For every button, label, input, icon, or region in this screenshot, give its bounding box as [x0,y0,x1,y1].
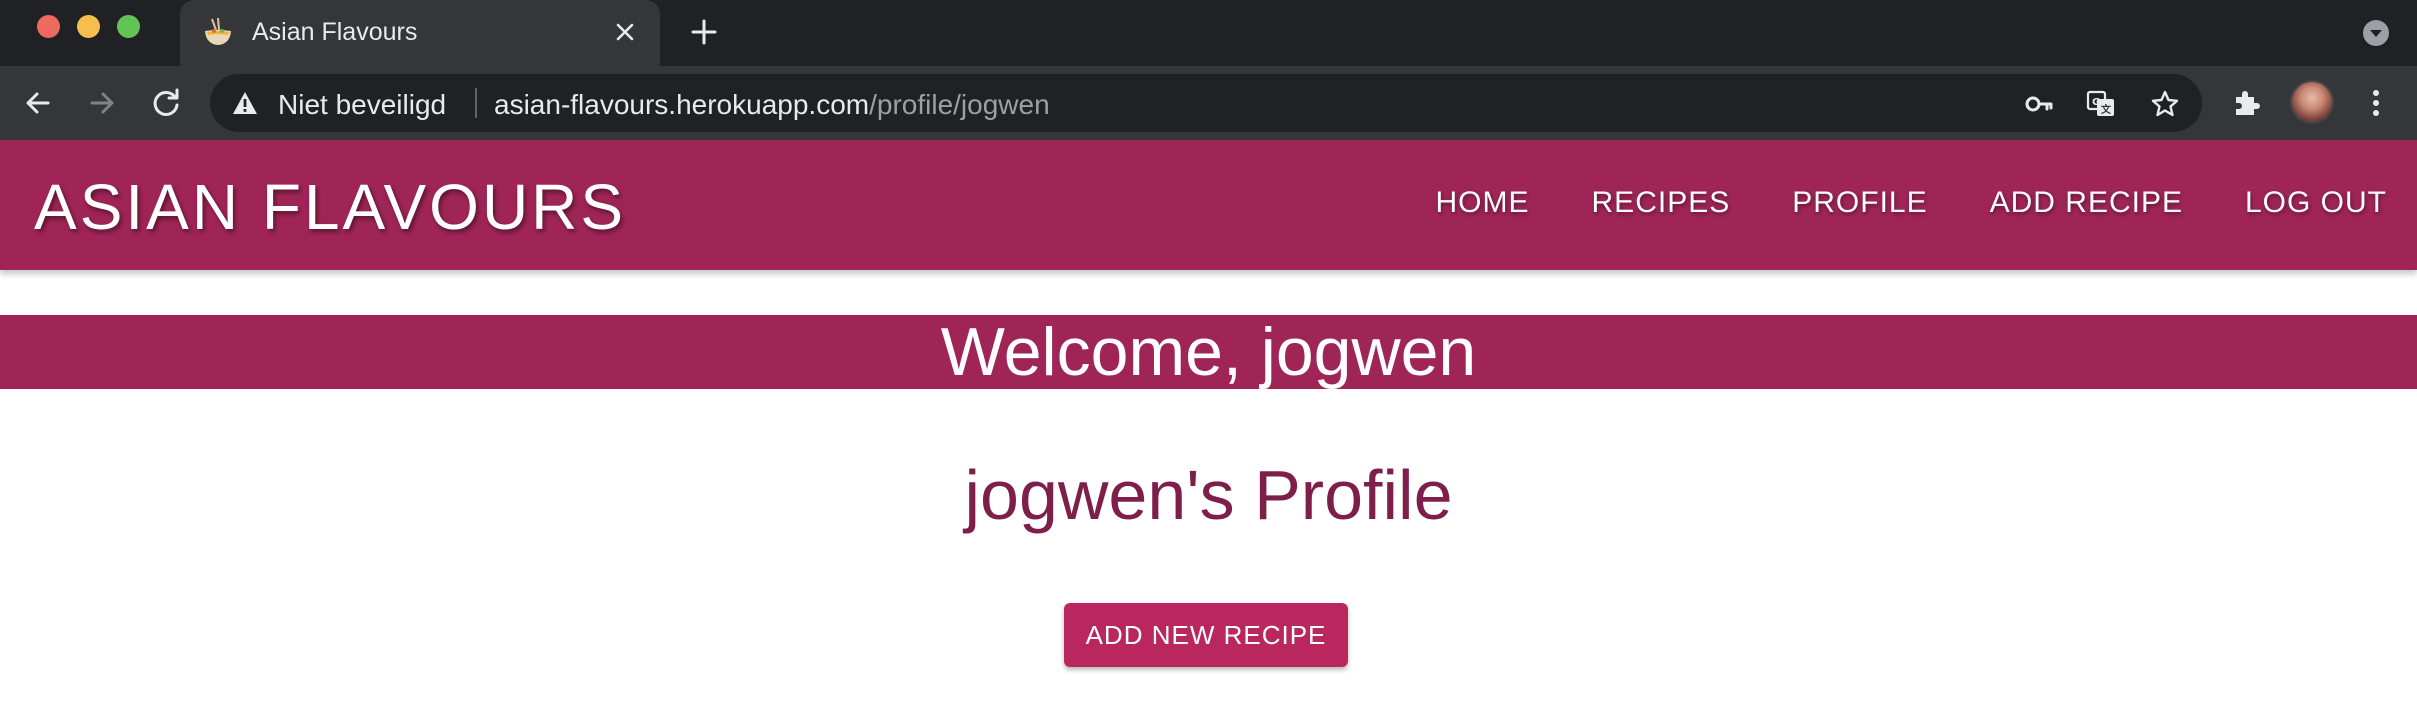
browser-tab[interactable]: Asian Flavours [180,0,660,66]
url-path: /profile/jogwen [869,89,1050,120]
bookmark-star-icon[interactable] [2150,89,2180,119]
address-separator [475,88,477,118]
profile-avatar[interactable] [2290,80,2334,124]
new-tab-icon[interactable] [689,17,719,47]
noodle-bowl-icon [205,17,231,45]
translate-icon[interactable]: G 文 [2086,89,2116,119]
close-tab-icon[interactable] [612,19,638,45]
url-text[interactable]: asian-flavours.herokuapp.com/profile/jog… [494,89,1050,121]
add-new-recipe-button[interactable]: ADD NEW RECIPE [1064,603,1348,667]
nav-log-out-link[interactable]: LOG OUT [2245,186,2387,220]
minimize-window-button[interactable] [77,15,100,38]
profile-title: jogwen's Profile [964,456,1453,534]
forward-arrow-icon[interactable] [84,85,120,121]
nav-links: HOME RECIPES PROFILE ADD RECIPE LOG OUT [1436,186,2387,220]
welcome-banner: Welcome, jogwen [0,315,2417,389]
extensions-puzzle-icon[interactable] [2228,85,2264,121]
more-options-icon[interactable] [2358,85,2394,121]
site-navbar: ASIAN FLAVOURS HOME RECIPES PROFILE ADD … [0,140,2417,270]
browser-tab-bar: Asian Flavours [0,0,2417,66]
warning-icon[interactable] [232,91,258,115]
maximize-window-button[interactable] [117,15,140,38]
address-bar[interactable]: Niet beveiligd asian-flavours.herokuapp.… [210,74,2202,132]
tab-search-icon[interactable] [2361,18,2391,48]
back-arrow-icon[interactable] [20,85,56,121]
key-icon[interactable] [2024,89,2054,119]
svg-text:文: 文 [2101,103,2112,116]
nav-add-recipe-link[interactable]: ADD RECIPE [1990,186,2183,220]
brand-logo[interactable]: ASIAN FLAVOURS [34,170,626,244]
reload-icon[interactable] [148,85,184,121]
browser-toolbar: Niet beveiligd asian-flavours.herokuapp.… [0,66,2417,140]
tab-title: Asian Flavours [252,18,418,46]
svg-text:G: G [2092,97,2100,108]
nav-profile-link[interactable]: PROFILE [1792,186,1927,220]
nav-home-link[interactable]: HOME [1436,186,1530,220]
welcome-message: Welcome, jogwen [940,314,1477,390]
close-window-button[interactable] [37,15,60,38]
nav-recipes-link[interactable]: RECIPES [1592,186,1731,220]
security-status-label[interactable]: Niet beveiligd [278,89,446,121]
url-host: asian-flavours.herokuapp.com [494,89,870,120]
